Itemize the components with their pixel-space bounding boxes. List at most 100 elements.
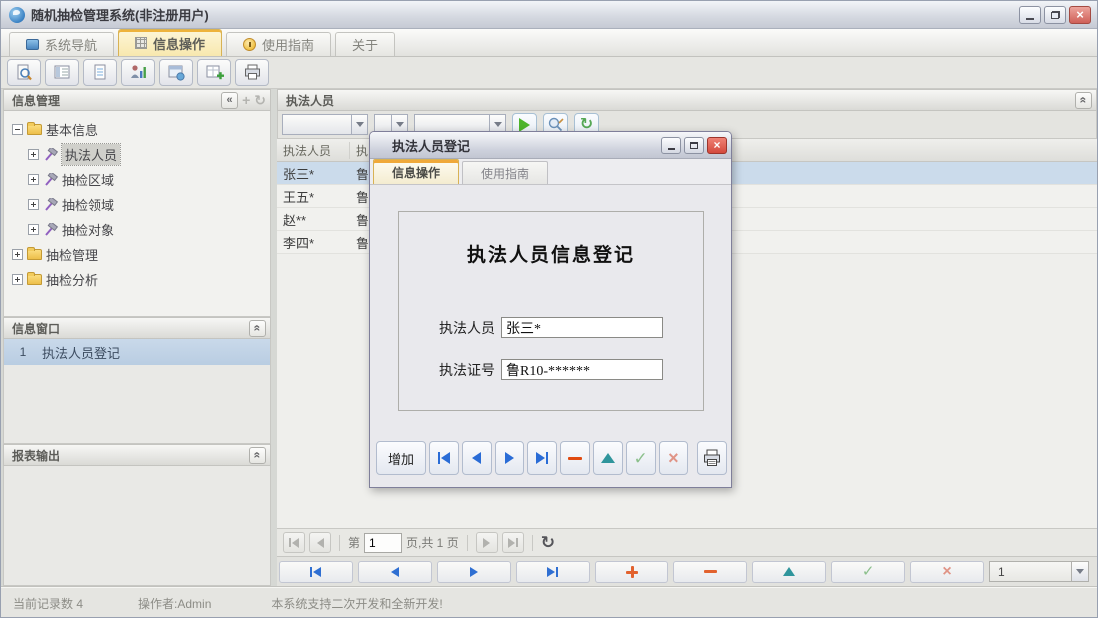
dialog-titlebar[interactable]: 执法人员登记 × xyxy=(370,132,731,159)
person-report-button[interactable] xyxy=(121,59,155,86)
print-record-button[interactable] xyxy=(697,441,727,475)
expand-box-icon[interactable] xyxy=(28,199,39,210)
page-prefix: 第 xyxy=(348,536,361,550)
page-suffix: 页,共 1 页 xyxy=(406,536,459,550)
refresh-grid-icon[interactable]: ↻ xyxy=(541,534,555,551)
record-add-button[interactable] xyxy=(594,560,669,583)
filter-select-1[interactable] xyxy=(282,114,368,135)
save-record-button[interactable]: ✓ xyxy=(625,441,656,475)
edit-record-button[interactable] xyxy=(592,441,623,475)
next-record-button[interactable] xyxy=(494,441,525,475)
info-manage-header: 信息管理 « + ↻ xyxy=(3,89,271,111)
tree-item-sampling-analysis[interactable]: 抽检分析 xyxy=(4,267,270,292)
tab-about[interactable]: 关于 xyxy=(335,32,396,56)
tree-item-sampling-object[interactable]: 抽检对象 xyxy=(4,217,270,242)
data-list-button[interactable] xyxy=(45,59,79,86)
tree-label: 抽检分析 xyxy=(46,273,99,288)
col-officer[interactable]: 执法人员 xyxy=(277,141,350,159)
tab-user-guide[interactable]: 使用指南 xyxy=(226,32,332,56)
person-report-icon xyxy=(130,65,146,78)
status-message: 本系统支持二次开发和全新开发! xyxy=(271,596,443,611)
refresh-icon[interactable]: ↻ xyxy=(254,92,266,109)
nav-last-button[interactable] xyxy=(515,560,590,583)
list-item-officer-register[interactable]: 1 执法人员登记 xyxy=(4,339,270,365)
tree-item-sampling-manage[interactable]: 抽检管理 xyxy=(4,242,270,267)
nav-first-button[interactable] xyxy=(279,560,353,583)
nav-next-button[interactable] xyxy=(436,560,511,583)
officer-name-input[interactable] xyxy=(501,317,663,338)
close-icon[interactable]: × xyxy=(1069,5,1091,24)
window-preview-button[interactable] xyxy=(159,59,193,86)
form-box: 执法人员信息登记 执法人员 执法证号 xyxy=(398,211,704,411)
tab-system-nav[interactable]: 系统导航 xyxy=(9,32,115,56)
record-edit-button[interactable] xyxy=(752,560,827,583)
document-icon xyxy=(94,64,105,80)
officer-panel-title: 执法人员 xyxy=(286,93,335,108)
prev-page-button[interactable] xyxy=(309,532,331,553)
add-record-button[interactable]: 增加 xyxy=(376,441,426,475)
dialog-title: 执法人员登记 xyxy=(392,138,471,154)
collapse-box-icon[interactable] xyxy=(12,124,23,135)
tree-item-law-officer[interactable]: 执法人员 xyxy=(4,142,270,167)
search-document-icon xyxy=(17,64,32,81)
expand-box-icon[interactable] xyxy=(28,149,39,160)
nav-prev-button[interactable] xyxy=(357,560,432,583)
record-cancel-button[interactable]: × xyxy=(910,560,985,583)
tree-item-sampling-field[interactable]: 抽检领域 xyxy=(4,192,270,217)
new-document-button[interactable] xyxy=(83,59,117,86)
tool-icon xyxy=(45,147,58,161)
dialog-tab-guide[interactable]: 使用指南 xyxy=(462,161,549,184)
collapse-up-icon[interactable]: « xyxy=(249,446,266,464)
grid-icon xyxy=(135,37,148,49)
record-save-button[interactable]: ✓ xyxy=(831,560,906,583)
page-size-select[interactable]: 1 xyxy=(989,561,1090,582)
first-record-button[interactable] xyxy=(428,441,459,475)
tree-item-basic-info[interactable]: 基本信息 xyxy=(4,117,270,142)
info-tree: 基本信息 执法人员 抽检区域 抽检领域 抽检对象 抽检管理 抽检分析 xyxy=(3,111,271,317)
dialog-tab-info[interactable]: 信息操作 xyxy=(373,159,460,184)
expand-box-icon[interactable] xyxy=(12,274,23,285)
play-icon xyxy=(519,117,530,132)
cert-number-input[interactable] xyxy=(501,359,663,380)
expand-box-icon[interactable] xyxy=(28,224,39,235)
app-icon xyxy=(9,6,25,23)
restore-icon[interactable] xyxy=(1044,5,1066,24)
record-delete-button[interactable] xyxy=(673,560,748,583)
printer-icon xyxy=(704,449,721,466)
check-icon: ✓ xyxy=(861,563,875,580)
form-heading: 执法人员信息登记 xyxy=(466,245,635,266)
add-icon[interactable]: + xyxy=(242,92,250,108)
search-document-button[interactable] xyxy=(7,59,41,86)
printer-icon xyxy=(244,64,260,80)
cancel-record-button[interactable]: × xyxy=(658,441,689,475)
minimize-icon[interactable] xyxy=(1019,5,1041,24)
tree-label: 抽检对象 xyxy=(62,223,115,238)
expand-box-icon[interactable] xyxy=(12,249,23,260)
dialog-minimize-icon[interactable] xyxy=(661,136,681,154)
table-add-button[interactable] xyxy=(197,59,231,86)
triangle-up-icon xyxy=(600,453,615,463)
tab-info-operation[interactable]: 信息操作 xyxy=(118,29,223,56)
print-button[interactable] xyxy=(235,59,269,86)
next-page-button[interactable] xyxy=(475,532,498,553)
col-cert[interactable]: 执 xyxy=(350,142,368,159)
chevron-down-icon xyxy=(1071,562,1089,581)
collapse-up-icon[interactable]: « xyxy=(1075,91,1092,109)
expand-box-icon[interactable] xyxy=(28,174,39,185)
tab-label: 关于 xyxy=(352,38,379,53)
info-window-title: 信息窗口 xyxy=(12,321,61,336)
tree-item-sampling-region[interactable]: 抽检区域 xyxy=(4,167,270,192)
prev-record-button[interactable] xyxy=(461,441,492,475)
last-page-button[interactable] xyxy=(501,532,524,553)
delete-record-button[interactable] xyxy=(560,441,590,475)
chevron-down-icon xyxy=(351,115,367,134)
dialog-maximize-icon[interactable] xyxy=(684,136,704,154)
last-record-button[interactable] xyxy=(527,441,558,475)
collapse-left-icon[interactable]: « xyxy=(221,91,239,109)
page-number-input[interactable] xyxy=(364,532,403,553)
first-page-button[interactable] xyxy=(283,532,305,553)
tree-label: 抽检区域 xyxy=(62,173,115,188)
tree-label: 抽检管理 xyxy=(46,248,99,263)
collapse-up-icon[interactable]: « xyxy=(249,319,266,337)
dialog-close-icon[interactable]: × xyxy=(707,136,727,154)
